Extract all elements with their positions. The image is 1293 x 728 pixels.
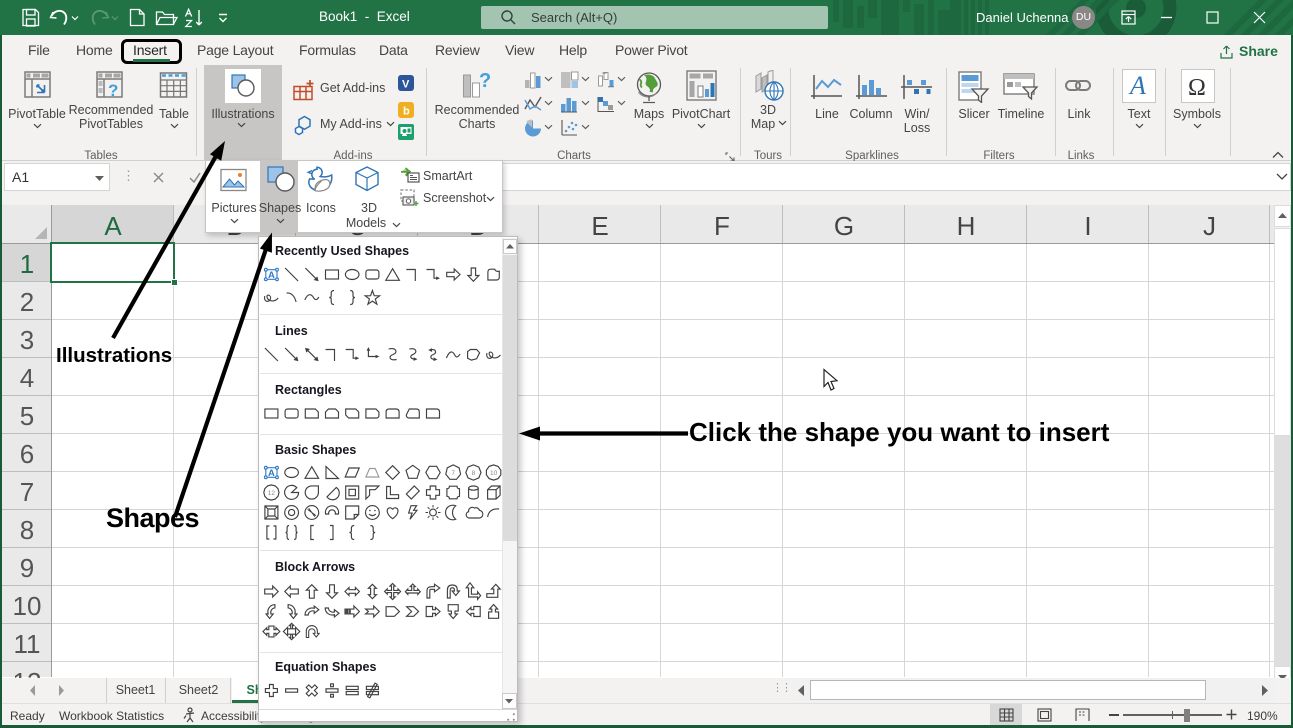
svg-text:?: ? — [108, 81, 118, 99]
svg-text:Ω: Ω — [1188, 75, 1206, 101]
svg-text:A: A — [1128, 71, 1146, 100]
svg-text:b: b — [403, 106, 410, 118]
svg-text:?: ? — [479, 71, 491, 92]
svg-text:V: V — [402, 79, 410, 91]
